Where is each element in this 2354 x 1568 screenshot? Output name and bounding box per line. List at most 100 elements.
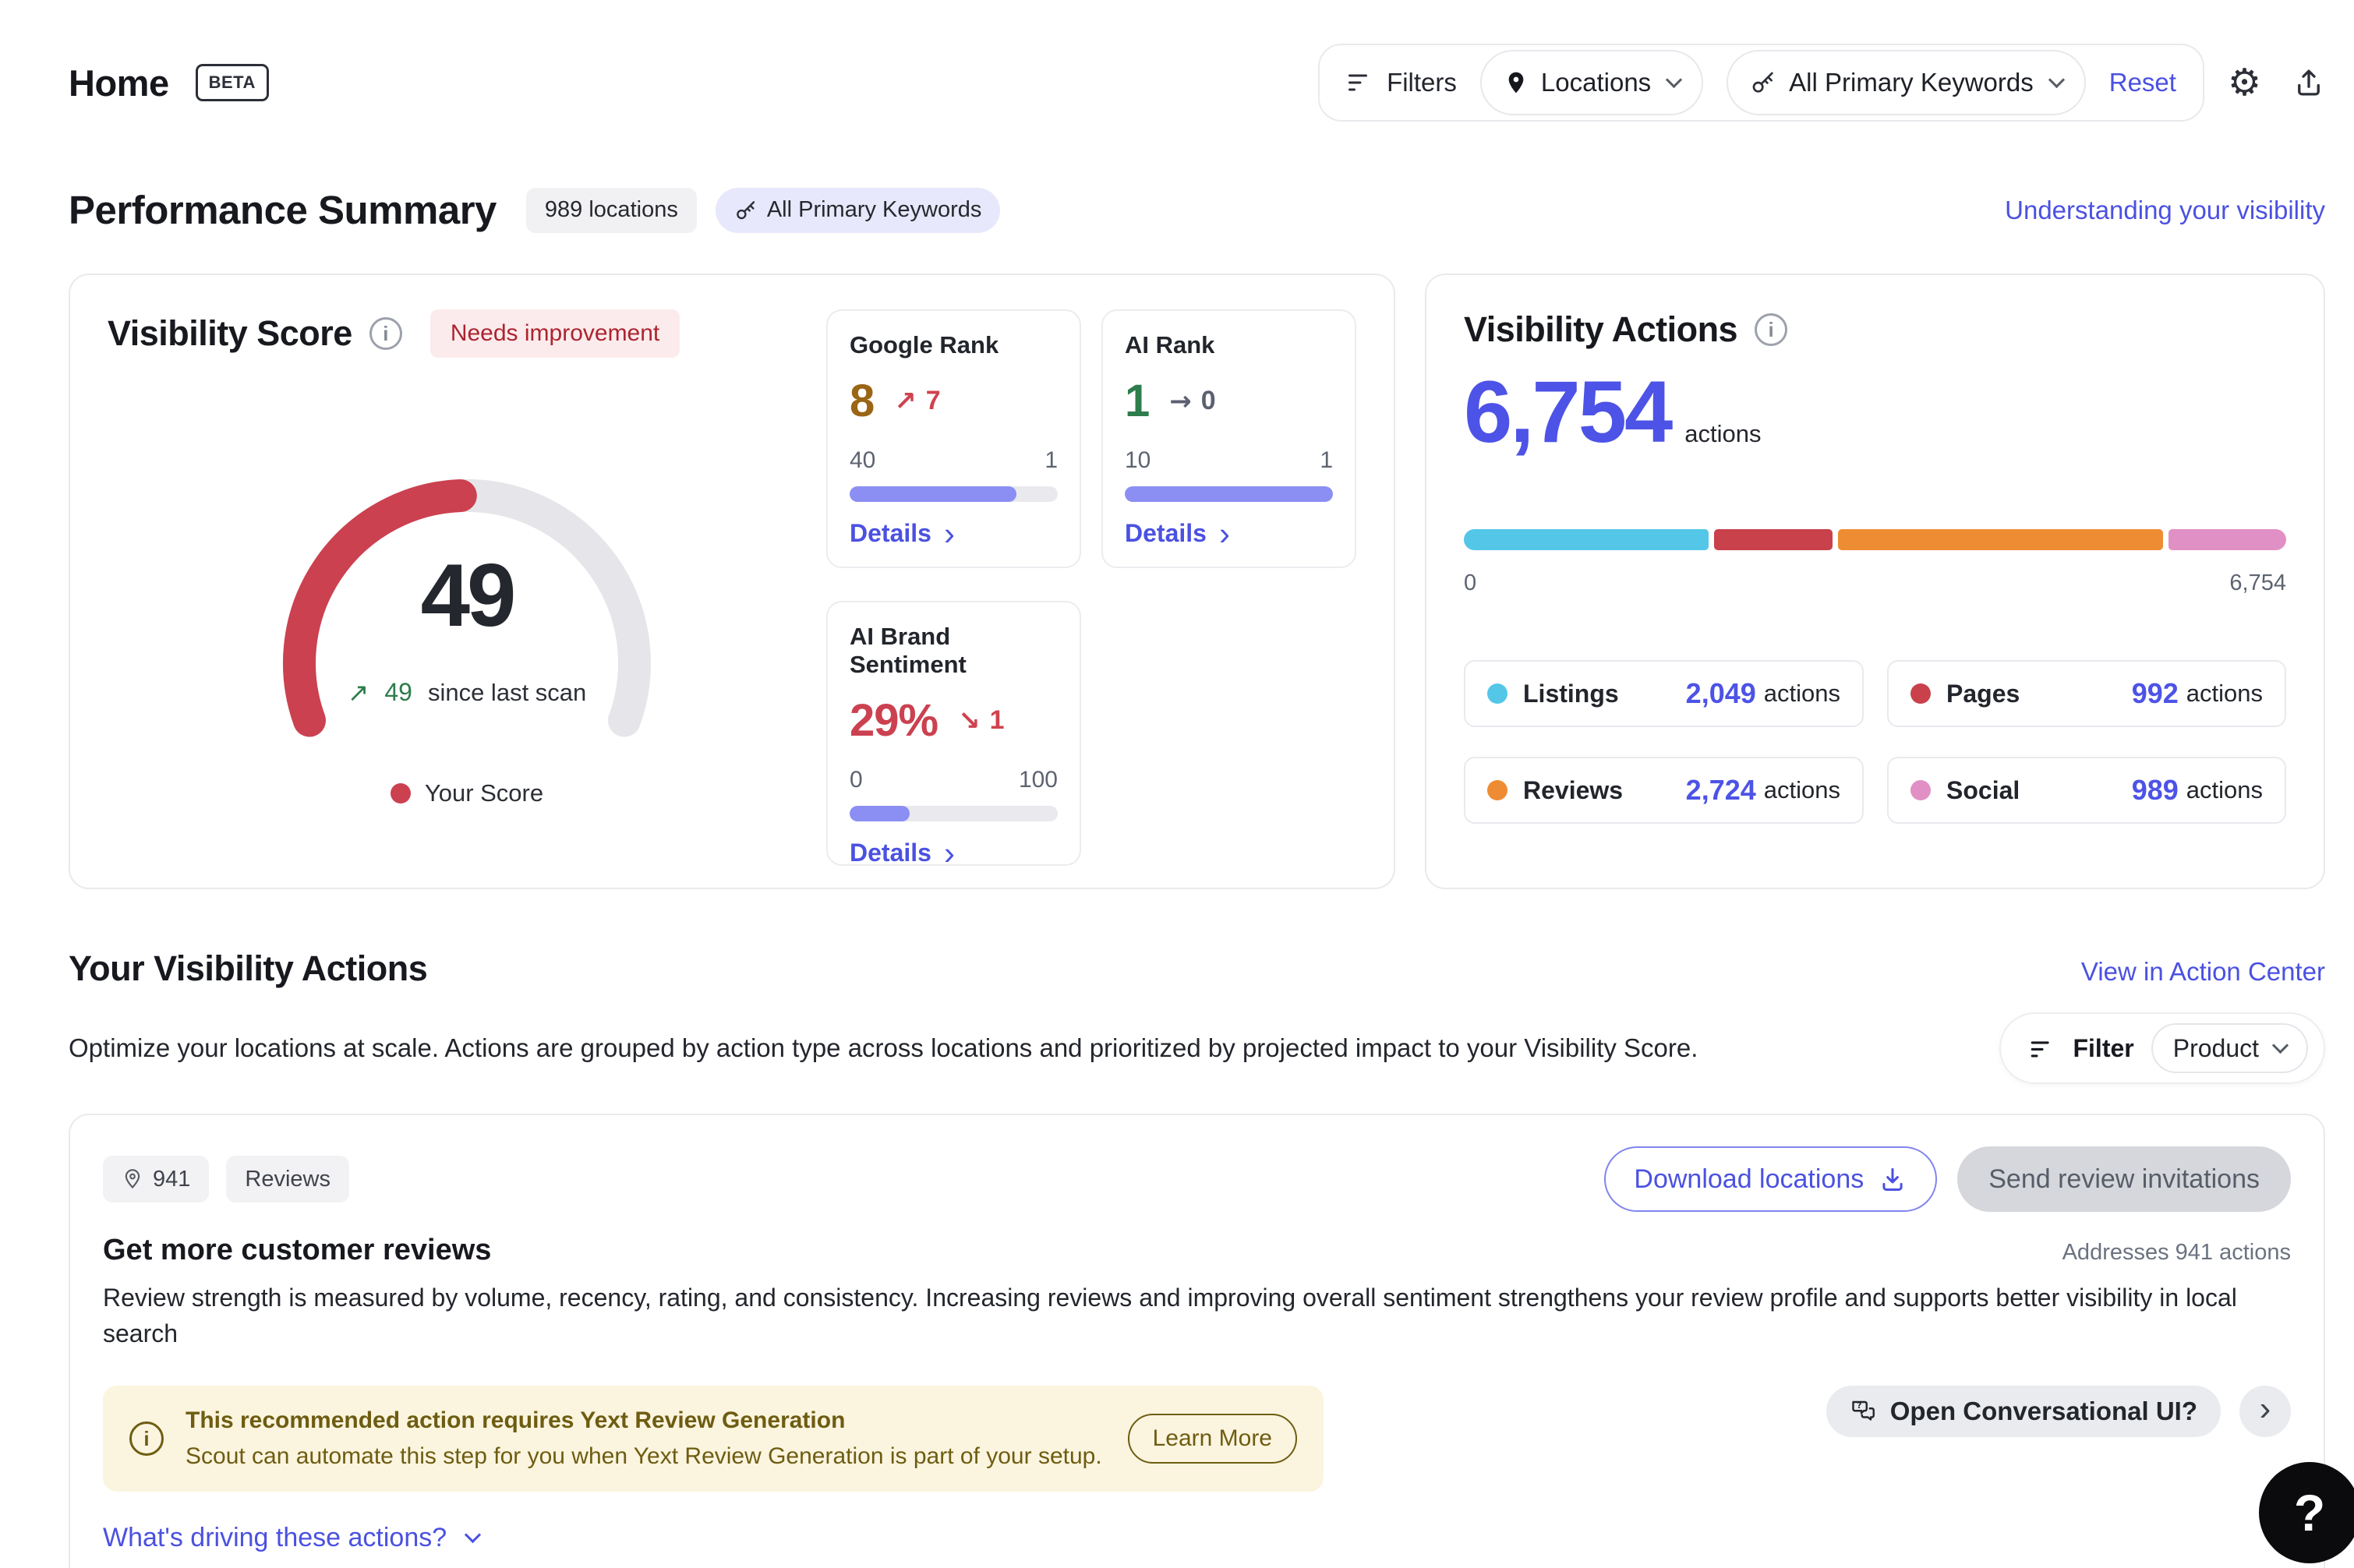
scale-max: 100	[1019, 767, 1058, 793]
ai-brand-sentiment-card: AI Brand Sentiment 29% ↘ 1 0 100	[826, 601, 1081, 866]
listings-dot	[1487, 683, 1507, 704]
visibility-actions-header: Visibility Actions i	[1464, 309, 2286, 350]
actions-total-row: 6,754 actions	[1464, 369, 2286, 456]
ai-rank-title: AI Rank	[1125, 331, 1333, 359]
visibility-score-header: Visibility Score i Needs improvement	[108, 309, 826, 358]
ai-brand-sentiment-title: AI Brand Sentiment	[850, 623, 1058, 679]
chevron-down-icon	[1666, 71, 1682, 87]
gear-icon[interactable]: ⚙	[2228, 64, 2261, 101]
visibility-actions-title: Visibility Actions	[1464, 309, 1737, 350]
actions-word: actions	[1764, 680, 1840, 708]
bar-max-label: 6,754	[2229, 570, 2286, 596]
pages-label: Pages	[1946, 680, 2020, 708]
details-label: Details	[850, 839, 931, 867]
notice-text: This recommended action requires Yext Re…	[186, 1407, 1102, 1470]
keywords-chip-label: All Primary Keywords	[767, 197, 982, 223]
chevron-right-icon: ›	[1219, 522, 1230, 545]
google-rank-scale: 40 1	[850, 447, 1058, 474]
keywords-dropdown[interactable]: All Primary Keywords	[1727, 50, 2086, 115]
trend-up-icon: ↗	[894, 386, 917, 417]
action-card-top-row: 941 Reviews Download locations Send revi…	[103, 1146, 2291, 1212]
legend-label: Your Score	[425, 779, 543, 807]
sentiment-bar	[850, 806, 1058, 821]
ai-rank-value-row: 1 → 0	[1125, 375, 1333, 427]
reviews-segment	[1838, 529, 2163, 550]
whats-driving-label: What's driving these actions?	[103, 1523, 447, 1553]
actions-total: 6,754	[1464, 369, 1670, 456]
key-icon	[734, 199, 758, 222]
filters-button[interactable]: Filters	[1346, 68, 1457, 97]
notice-row: i This recommended action requires Yext …	[103, 1386, 2291, 1492]
sentiment-value: 29%	[850, 694, 938, 747]
action-card-buttons: Download locations Send review invitatio…	[1604, 1146, 2291, 1212]
yext-requirement-notice: i This recommended action requires Yext …	[103, 1386, 1324, 1492]
summary-cards-row: Visibility Score i Needs improvement 49 …	[69, 274, 2325, 889]
visibility-actions-card: Visibility Actions i 6,754 actions 0 6,7…	[1425, 274, 2325, 889]
reviews-row: Reviews 2,724 actions	[1464, 757, 1864, 824]
google-rank-value-row: 8 ↗ 7	[850, 375, 1058, 427]
learn-more-button[interactable]: Learn More	[1128, 1414, 1297, 1464]
social-segment	[2168, 529, 2286, 550]
social-label: Social	[1946, 776, 2020, 805]
pages-count: 992	[2132, 677, 2179, 710]
ai-rank-details-link[interactable]: Details ›	[1125, 519, 1230, 548]
actions-filter-button[interactable]: Filter Product	[1999, 1012, 2325, 1084]
keywords-label: All Primary Keywords	[1789, 68, 2034, 97]
view-in-action-center-link[interactable]: View in Action Center	[2081, 957, 2325, 987]
download-locations-button[interactable]: Download locations	[1604, 1146, 1937, 1212]
pages-segment	[1714, 529, 1833, 550]
help-button[interactable]: ?	[2259, 1462, 2354, 1563]
stacked-bar-labels: 0 6,754	[1464, 570, 2286, 596]
legend-dot	[391, 783, 411, 803]
scale-min: 10	[1125, 447, 1150, 474]
understanding-visibility-link[interactable]: Understanding your visibility	[2005, 196, 2325, 225]
reset-button[interactable]: Reset	[2109, 68, 2176, 97]
ai-rank-delta: → 0	[1169, 386, 1215, 417]
score-status-badge: Needs improvement	[430, 309, 680, 358]
action-card-title-row: Get more customer reviews Addresses 941 …	[103, 1234, 2291, 1267]
google-rank-details-link[interactable]: Details ›	[850, 519, 955, 548]
score-delta-label: since last scan	[428, 679, 586, 707]
scale-max: 1	[1044, 447, 1058, 474]
actions-description: Optimize your locations at scale. Action…	[69, 1033, 1698, 1063]
info-icon[interactable]: i	[369, 317, 402, 350]
filter-product-dropdown[interactable]: Product	[2151, 1023, 2308, 1073]
chevron-right-button[interactable]: ›	[2239, 1386, 2291, 1437]
your-visibility-actions-subheader: Optimize your locations at scale. Action…	[69, 1012, 2325, 1084]
global-filter-toolbar: Filters Locations All Primary Keywords R…	[1318, 44, 2204, 122]
open-conversational-ui-button[interactable]: ? Open Conversational UI?	[1826, 1386, 2221, 1437]
action-card-description: Review strength is measured by volume, r…	[103, 1280, 2291, 1351]
bar-min-label: 0	[1464, 570, 1476, 596]
action-type-chip: Reviews	[226, 1156, 349, 1202]
chevron-right-icon: ›	[944, 842, 955, 864]
ai-rank-delta-value: 0	[1201, 386, 1216, 416]
page-title: Home	[69, 62, 169, 104]
ai-rank-scale: 10 1	[1125, 447, 1333, 474]
actions-word: actions	[2186, 776, 2263, 804]
beta-badge: BETA	[196, 64, 269, 101]
whats-driving-link[interactable]: What's driving these actions?	[103, 1523, 479, 1553]
google-rank-delta: ↗ 7	[894, 386, 940, 417]
filters-label: Filters	[1387, 68, 1457, 97]
locations-count-value: 941	[153, 1167, 190, 1192]
sentiment-details-link[interactable]: Details ›	[850, 839, 955, 867]
reviews-label: Reviews	[1523, 776, 1623, 805]
details-label: Details	[850, 519, 931, 548]
export-icon[interactable]	[2292, 66, 2325, 99]
google-rank-value: 8	[850, 375, 874, 427]
visibility-score-card: Visibility Score i Needs improvement 49 …	[69, 274, 1395, 889]
performance-summary-title: Performance Summary	[69, 187, 497, 233]
actions-word: actions	[2186, 680, 2263, 708]
sentiment-value-row: 29% ↘ 1	[850, 694, 1058, 747]
chat-bubbles-icon: ?	[1850, 1397, 1878, 1425]
listings-count: 2,049	[1686, 677, 1756, 710]
social-row: Social 989 actions	[1887, 757, 2286, 824]
info-icon[interactable]: i	[1755, 313, 1787, 346]
your-visibility-actions-header: Your Visibility Actions View in Action C…	[69, 948, 2325, 989]
listings-segment	[1464, 529, 1709, 550]
social-dot	[1910, 780, 1931, 800]
locations-dropdown[interactable]: Locations	[1480, 50, 1703, 115]
send-review-invitations-button[interactable]: Send review invitations	[1957, 1146, 2291, 1212]
send-review-invitations-label: Send review invitations	[1988, 1164, 2260, 1195]
google-rank-bar	[850, 486, 1058, 502]
